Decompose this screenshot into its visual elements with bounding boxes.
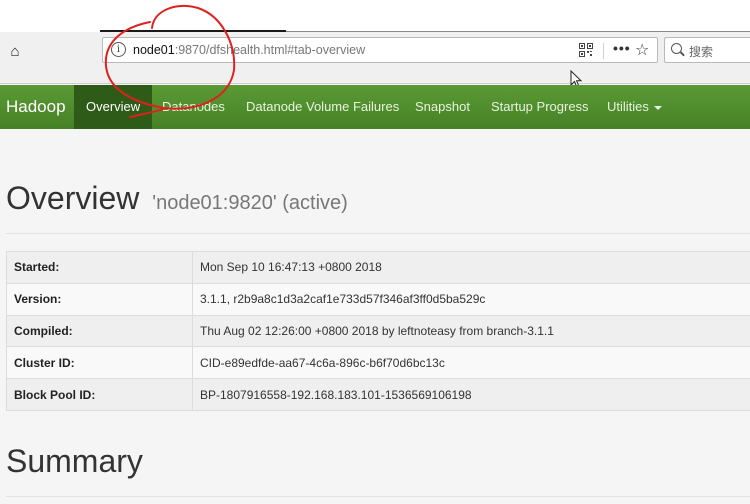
row-value: Thu Aug 02 12:26:00 +0800 2018 by leftno…	[192, 314, 750, 348]
hadoop-brand[interactable]: Hadoop	[6, 85, 66, 129]
search-icon	[671, 43, 682, 54]
nav-tab-datanodes[interactable]: Datanodes	[162, 85, 225, 129]
hadoop-navbar: Hadoop Overview Datanodes Datanode Volum…	[0, 85, 750, 129]
nav-tab-datanode-volume-failures[interactable]: Datanode Volume Failures	[246, 85, 399, 129]
url-path: :9870/dfshealth.html#tab-overview	[174, 43, 366, 57]
nav-tab-utilities-label: Utilities	[607, 99, 649, 114]
row-key: Compiled:	[6, 314, 193, 348]
overview-title: Overview	[6, 180, 140, 216]
nav-tab-snapshot[interactable]: Snapshot	[415, 85, 470, 129]
url-host: node01	[133, 43, 175, 57]
row-key: Cluster ID:	[6, 346, 193, 380]
nav-tab-startup-progress[interactable]: Startup Progress	[491, 85, 589, 129]
row-value: CID-e89edfde-aa67-4c6a-896c-b6f70d6bc13c	[192, 346, 750, 380]
table-row: Block Pool ID: BP-1807916558-192.168.183…	[6, 378, 750, 411]
nav-tab-overview[interactable]: Overview	[74, 85, 153, 129]
summary-heading: Summary	[6, 443, 143, 479]
table-row: Version: 3.1.1, r2b9a8c1d3a2caf1e733d57f…	[6, 282, 750, 316]
row-value: BP-1807916558-192.168.183.101-1536569106…	[192, 378, 750, 411]
row-value: 3.1.1, r2b9a8c1d3a2caf1e733d57f346af3ff0…	[192, 282, 750, 316]
search-placeholder: 搜索	[689, 45, 714, 59]
overview-heading: Overview 'node01:9820' (active)	[6, 180, 348, 217]
overview-info-table: Started: Mon Sep 10 16:47:13 +0800 2018 …	[6, 251, 750, 411]
browser-toolbar: ⌂ i node01:9870/dfshealth.html#tab-overv…	[0, 32, 750, 84]
overview-subtitle: 'node01:9820' (active)	[152, 192, 348, 214]
table-row: Started: Mon Sep 10 16:47:13 +0800 2018	[6, 251, 750, 284]
info-icon[interactable]: i	[111, 42, 126, 57]
row-value: Mon Sep 10 16:47:13 +0800 2018	[192, 251, 750, 284]
summary-divider	[6, 496, 750, 497]
row-key: Block Pool ID:	[6, 378, 193, 411]
table-row: Cluster ID: CID-e89edfde-aa67-4c6a-896c-…	[6, 346, 750, 380]
page: ⌂ i node01:9870/dfshealth.html#tab-overv…	[0, 0, 750, 504]
overview-divider	[6, 233, 750, 234]
star-icon[interactable]: ☆	[635, 40, 649, 60]
home-icon[interactable]: ⌂	[4, 40, 26, 62]
more-icon[interactable]: •••	[613, 40, 631, 56]
caret-down-icon	[653, 105, 662, 110]
qr-code-icon[interactable]	[579, 43, 593, 57]
browser-tab-strip	[0, 0, 750, 32]
nav-tab-utilities[interactable]: Utilities	[607, 85, 662, 129]
row-key: Started:	[6, 251, 193, 284]
url-text[interactable]: node01:9870/dfshealth.html#tab-overview	[133, 43, 365, 57]
browser-search-box[interactable]: 搜索	[664, 37, 750, 63]
address-bar[interactable]: i node01:9870/dfshealth.html#tab-overvie…	[102, 37, 658, 63]
row-key: Version:	[6, 282, 193, 316]
url-separator	[603, 43, 604, 59]
table-row: Compiled: Thu Aug 02 12:26:00 +0800 2018…	[6, 314, 750, 348]
